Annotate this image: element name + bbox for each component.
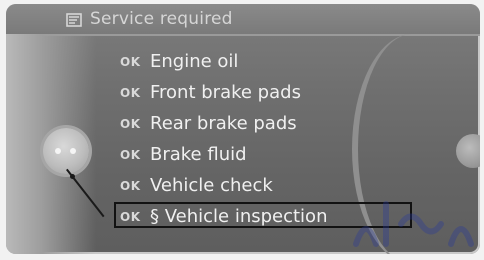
status-ok: OK [120, 116, 141, 131]
display-screenshot: Service required OK Engine oil OK Front … [0, 0, 484, 260]
status-ok: OK [120, 54, 141, 69]
service-label: § Vehicle inspection [150, 206, 328, 227]
page-title: Service required [90, 9, 233, 29]
callout-dot [70, 174, 75, 179]
service-document-icon [66, 12, 82, 27]
status-ok: OK [120, 147, 141, 162]
service-item-front-brake-pads[interactable]: OK Front brake pads [120, 77, 450, 108]
service-item-brake-fluid[interactable]: OK Brake fluid [120, 139, 450, 170]
service-label: Engine oil [150, 51, 239, 72]
idrive-controller-icon[interactable] [43, 128, 89, 174]
service-item-rear-brake-pads[interactable]: OK Rear brake pads [120, 108, 450, 139]
status-ok: OK [120, 85, 141, 100]
status-ok: OK [120, 209, 141, 224]
watermark-graphic [353, 201, 474, 247]
service-label: Front brake pads [150, 82, 301, 103]
controller-dot-right [70, 148, 76, 154]
controller-dot-left [55, 148, 61, 154]
service-item-engine-oil[interactable]: OK Engine oil [120, 46, 450, 77]
idrive-screen: Service required OK Engine oil OK Front … [6, 4, 480, 254]
service-label: Rear brake pads [150, 113, 297, 134]
header-bar: Service required [6, 4, 480, 36]
status-ok: OK [120, 178, 141, 193]
service-label: Vehicle check [150, 175, 273, 196]
service-label: Brake fluid [150, 144, 247, 165]
